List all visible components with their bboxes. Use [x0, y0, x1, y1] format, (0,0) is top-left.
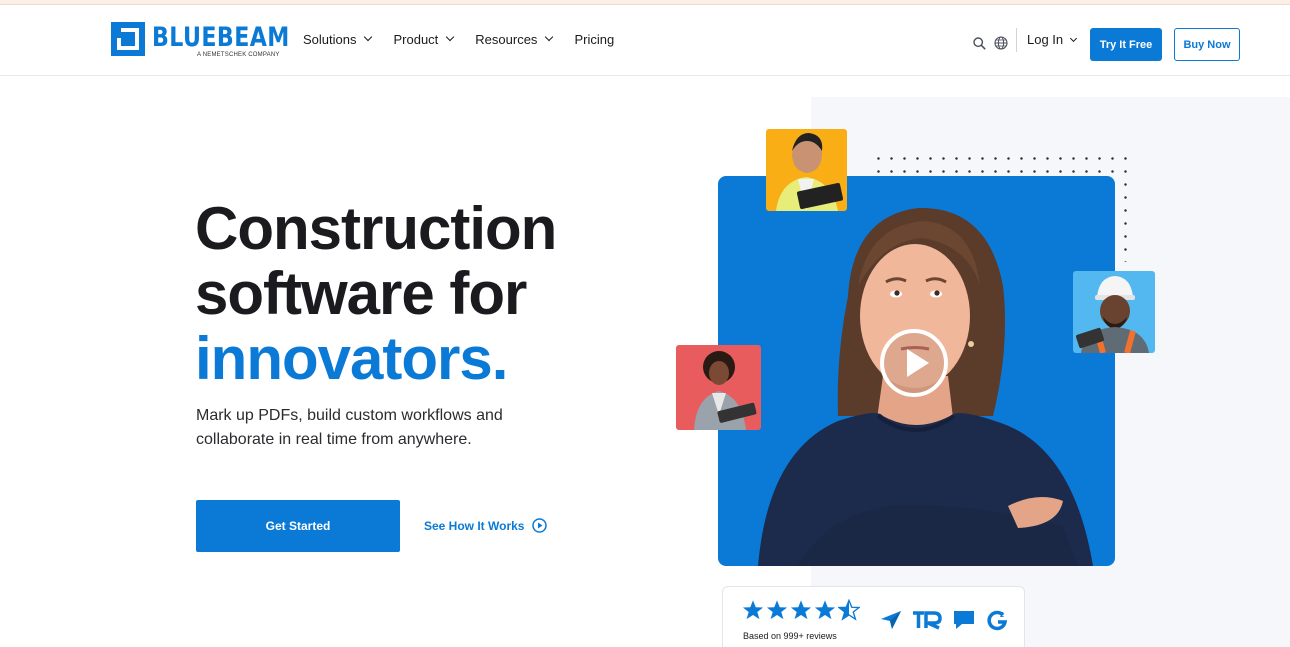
video-play-button[interactable]: [879, 328, 949, 398]
chevron-down-icon: [446, 32, 455, 42]
trustradius-icon[interactable]: [912, 610, 942, 630]
headline-line-1: Construction: [195, 195, 557, 262]
login-label: Log In: [1027, 32, 1064, 47]
headline-accent: innovators.: [195, 325, 508, 392]
bluebeam-logo[interactable]: BLUEBEAM A NEMETSCHEK COMPANY: [111, 21, 289, 61]
svg-text:2: 2: [1000, 612, 1004, 619]
logo-wordmark: BLUEBEAM: [152, 22, 290, 53]
nav-product-label: Product: [393, 31, 439, 47]
worker-thumbnail-yellow: [766, 129, 847, 211]
worker-thumbnail-red: [676, 345, 761, 430]
main-nav: Solutions Product Resources Pricing: [303, 30, 636, 48]
hero-subtext: Mark up PDFs, build custom workflows and…: [196, 407, 503, 448]
chevron-down-icon: [1070, 34, 1078, 42]
see-how-it-works-link[interactable]: See How It Works: [424, 518, 548, 533]
nav-solutions[interactable]: Solutions: [303, 30, 373, 48]
nav-product[interactable]: Product: [393, 30, 455, 48]
login-menu[interactable]: Log In: [1027, 32, 1078, 47]
nav-pricing[interactable]: Pricing: [574, 30, 614, 48]
chevron-down-icon: [545, 32, 554, 42]
capterra-icon[interactable]: [880, 610, 902, 630]
chevron-down-icon: [364, 32, 373, 42]
logo-tagline: A NEMETSCHEK COMPANY: [197, 52, 280, 58]
woman-with-tablet-image: [694, 351, 757, 430]
review-sources: 2: [880, 609, 1008, 631]
reviews-card: Based on 999+ reviews 2: [722, 586, 1025, 647]
star-icon: [814, 600, 836, 620]
software-advice-icon[interactable]: [952, 609, 976, 631]
globe-icon[interactable]: [994, 36, 1008, 50]
header-divider: [1016, 28, 1017, 52]
construction-worker-image: [1075, 276, 1149, 353]
star-icon: [790, 600, 812, 620]
nav-resources-label: Resources: [475, 31, 538, 47]
reviews-count-label: Based on 999+ reviews: [743, 631, 837, 641]
headline-line-2: software for: [195, 260, 527, 327]
star-icon: [742, 600, 764, 620]
worker-thumbnail-blue: [1073, 271, 1155, 353]
try-it-free-button[interactable]: Try It Free: [1090, 28, 1162, 61]
get-started-button[interactable]: Get Started: [196, 500, 400, 552]
logo-mark-icon: [111, 22, 145, 56]
nav-pricing-label: Pricing: [574, 31, 615, 47]
star-half-icon: [838, 599, 860, 621]
nav-resources[interactable]: Resources: [475, 30, 554, 48]
star-icon: [766, 600, 788, 620]
nav-solutions-label: Solutions: [303, 31, 357, 47]
search-icon[interactable]: [973, 37, 986, 50]
rating-stars: [742, 599, 862, 621]
inspector-with-tablet-image: [776, 133, 844, 211]
see-how-label: See How It Works: [424, 518, 525, 533]
play-circle-icon: [532, 518, 548, 533]
buy-now-button[interactable]: Buy Now: [1174, 28, 1240, 61]
g2-icon[interactable]: 2: [986, 609, 1008, 631]
hero-headline: Construction software for innovators.: [195, 195, 557, 392]
site-header: BLUEBEAM A NEMETSCHEK COMPANY Solutions …: [0, 5, 1290, 76]
